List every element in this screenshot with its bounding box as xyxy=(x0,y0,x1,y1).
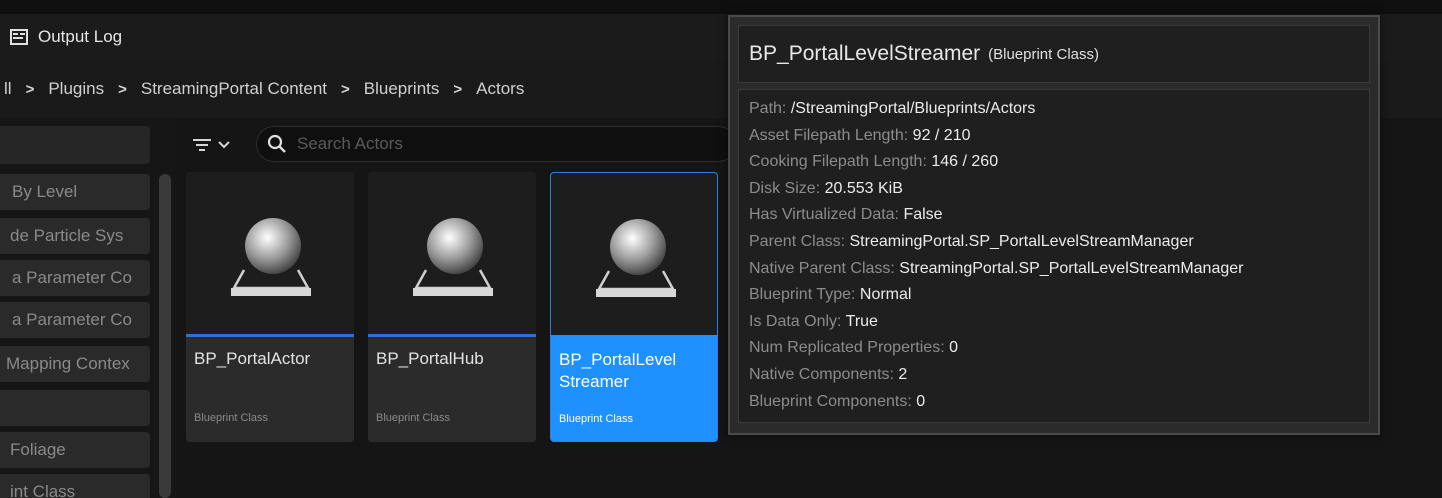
search-box[interactable] xyxy=(256,126,736,162)
asset-name: BP_PortalHub xyxy=(376,349,484,368)
tooltip-row: Has Virtualized Data: False xyxy=(749,206,943,224)
asset-tile-selected[interactable]: BP_PortalLevel Streamer Blueprint Class xyxy=(550,172,718,442)
tooltip-row: Blueprint Type: Normal xyxy=(749,286,912,304)
tooltip-header: BP_PortalLevelStreamer (Blueprint Class) xyxy=(738,25,1370,83)
asset-thumbnail xyxy=(186,172,354,334)
blueprint-sphere-icon xyxy=(231,218,311,296)
filter-item[interactable]: a Parameter Co xyxy=(0,260,150,296)
asset-type: Blueprint Class xyxy=(376,412,450,424)
content-browser: Output Log ll > Plugins > StreamingPorta… xyxy=(0,0,1442,498)
tooltip-row: Num Replicated Properties: 0 xyxy=(749,339,958,357)
filter-item[interactable]: de Particle Sys xyxy=(0,218,150,254)
asset-type-bar xyxy=(551,335,717,338)
tooltip-row: Parent Class: StreamingPortal.SP_PortalL… xyxy=(749,232,1194,250)
chevron-right-icon[interactable]: > xyxy=(118,81,127,98)
asset-tile[interactable]: BP_PortalActor Blueprint Class xyxy=(186,172,354,442)
filter-item[interactable]: Foliage xyxy=(0,432,150,468)
top-strip xyxy=(0,0,1442,14)
filter-item[interactable]: int Class xyxy=(0,474,150,498)
tooltip-row: Native Components: 2 xyxy=(749,365,908,383)
tooltip-body: Path: /StreamingPortal/Blueprints/Actors… xyxy=(738,89,1370,423)
tooltip-subtitle: (Blueprint Class) xyxy=(988,45,1099,63)
chevron-down-icon xyxy=(218,141,230,149)
breadcrumb-item-actors[interactable]: Actors xyxy=(476,79,524,99)
breadcrumb-item-streamingportal-content[interactable]: StreamingPortal Content xyxy=(141,79,327,99)
asset-type: Blueprint Class xyxy=(559,413,633,425)
tooltip-row: Cooking Filepath Length: 146 / 260 xyxy=(749,153,999,171)
output-log-icon xyxy=(10,29,28,45)
asset-type-bar xyxy=(368,334,536,337)
asset-thumbnail xyxy=(551,173,717,335)
chevron-right-icon[interactable]: > xyxy=(26,81,35,98)
filter-item[interactable]: By Level xyxy=(0,174,150,210)
asset-type: Blueprint Class xyxy=(194,412,268,424)
tooltip-row: Native Parent Class: StreamingPortal.SP_… xyxy=(749,259,1244,277)
tooltip-row: Is Data Only: True xyxy=(749,312,878,330)
tooltip-row: Asset Filepath Length: 92 / 210 xyxy=(749,126,971,144)
filter-icon xyxy=(193,139,211,151)
tooltip-title: BP_PortalLevelStreamer xyxy=(749,42,981,65)
filter-item[interactable]: Mapping Contex xyxy=(0,346,150,382)
asset-name: BP_PortalLevel Streamer xyxy=(559,350,677,391)
search-icon xyxy=(267,134,286,153)
breadcrumb-item-all[interactable]: ll xyxy=(4,79,12,99)
blueprint-sphere-icon xyxy=(413,218,493,296)
sidebar-scrollbar[interactable] xyxy=(159,174,171,498)
asset-thumbnail xyxy=(368,172,536,334)
filter-item[interactable] xyxy=(0,390,150,426)
asset-tooltip: BP_PortalLevelStreamer (Blueprint Class)… xyxy=(728,15,1380,435)
filters-header[interactable] xyxy=(0,126,150,164)
tooltip-row: Blueprint Components: 0 xyxy=(749,392,926,410)
tab-label: Output Log xyxy=(38,27,123,46)
asset-type-bar xyxy=(186,334,354,337)
chevron-right-icon[interactable]: > xyxy=(453,81,462,98)
breadcrumb-item-plugins[interactable]: Plugins xyxy=(48,79,104,99)
breadcrumb-item-blueprints[interactable]: Blueprints xyxy=(364,79,440,99)
chevron-right-icon[interactable]: > xyxy=(341,81,350,98)
breadcrumb: ll > Plugins > StreamingPortal Content >… xyxy=(4,60,524,118)
asset-name: BP_PortalActor xyxy=(194,349,311,368)
tooltip-row: Disk Size: 20.553 KiB xyxy=(749,179,903,197)
blueprint-sphere-icon xyxy=(596,219,676,297)
tooltip-row: Path: /StreamingPortal/Blueprints/Actors xyxy=(749,100,1036,117)
asset-tile[interactable]: BP_PortalHub Blueprint Class xyxy=(368,172,536,442)
filter-dropdown[interactable] xyxy=(192,130,252,160)
tab-output-log[interactable]: Output Log xyxy=(0,14,200,60)
search-input[interactable] xyxy=(295,133,699,155)
filter-item[interactable]: a Parameter Co xyxy=(0,302,150,338)
